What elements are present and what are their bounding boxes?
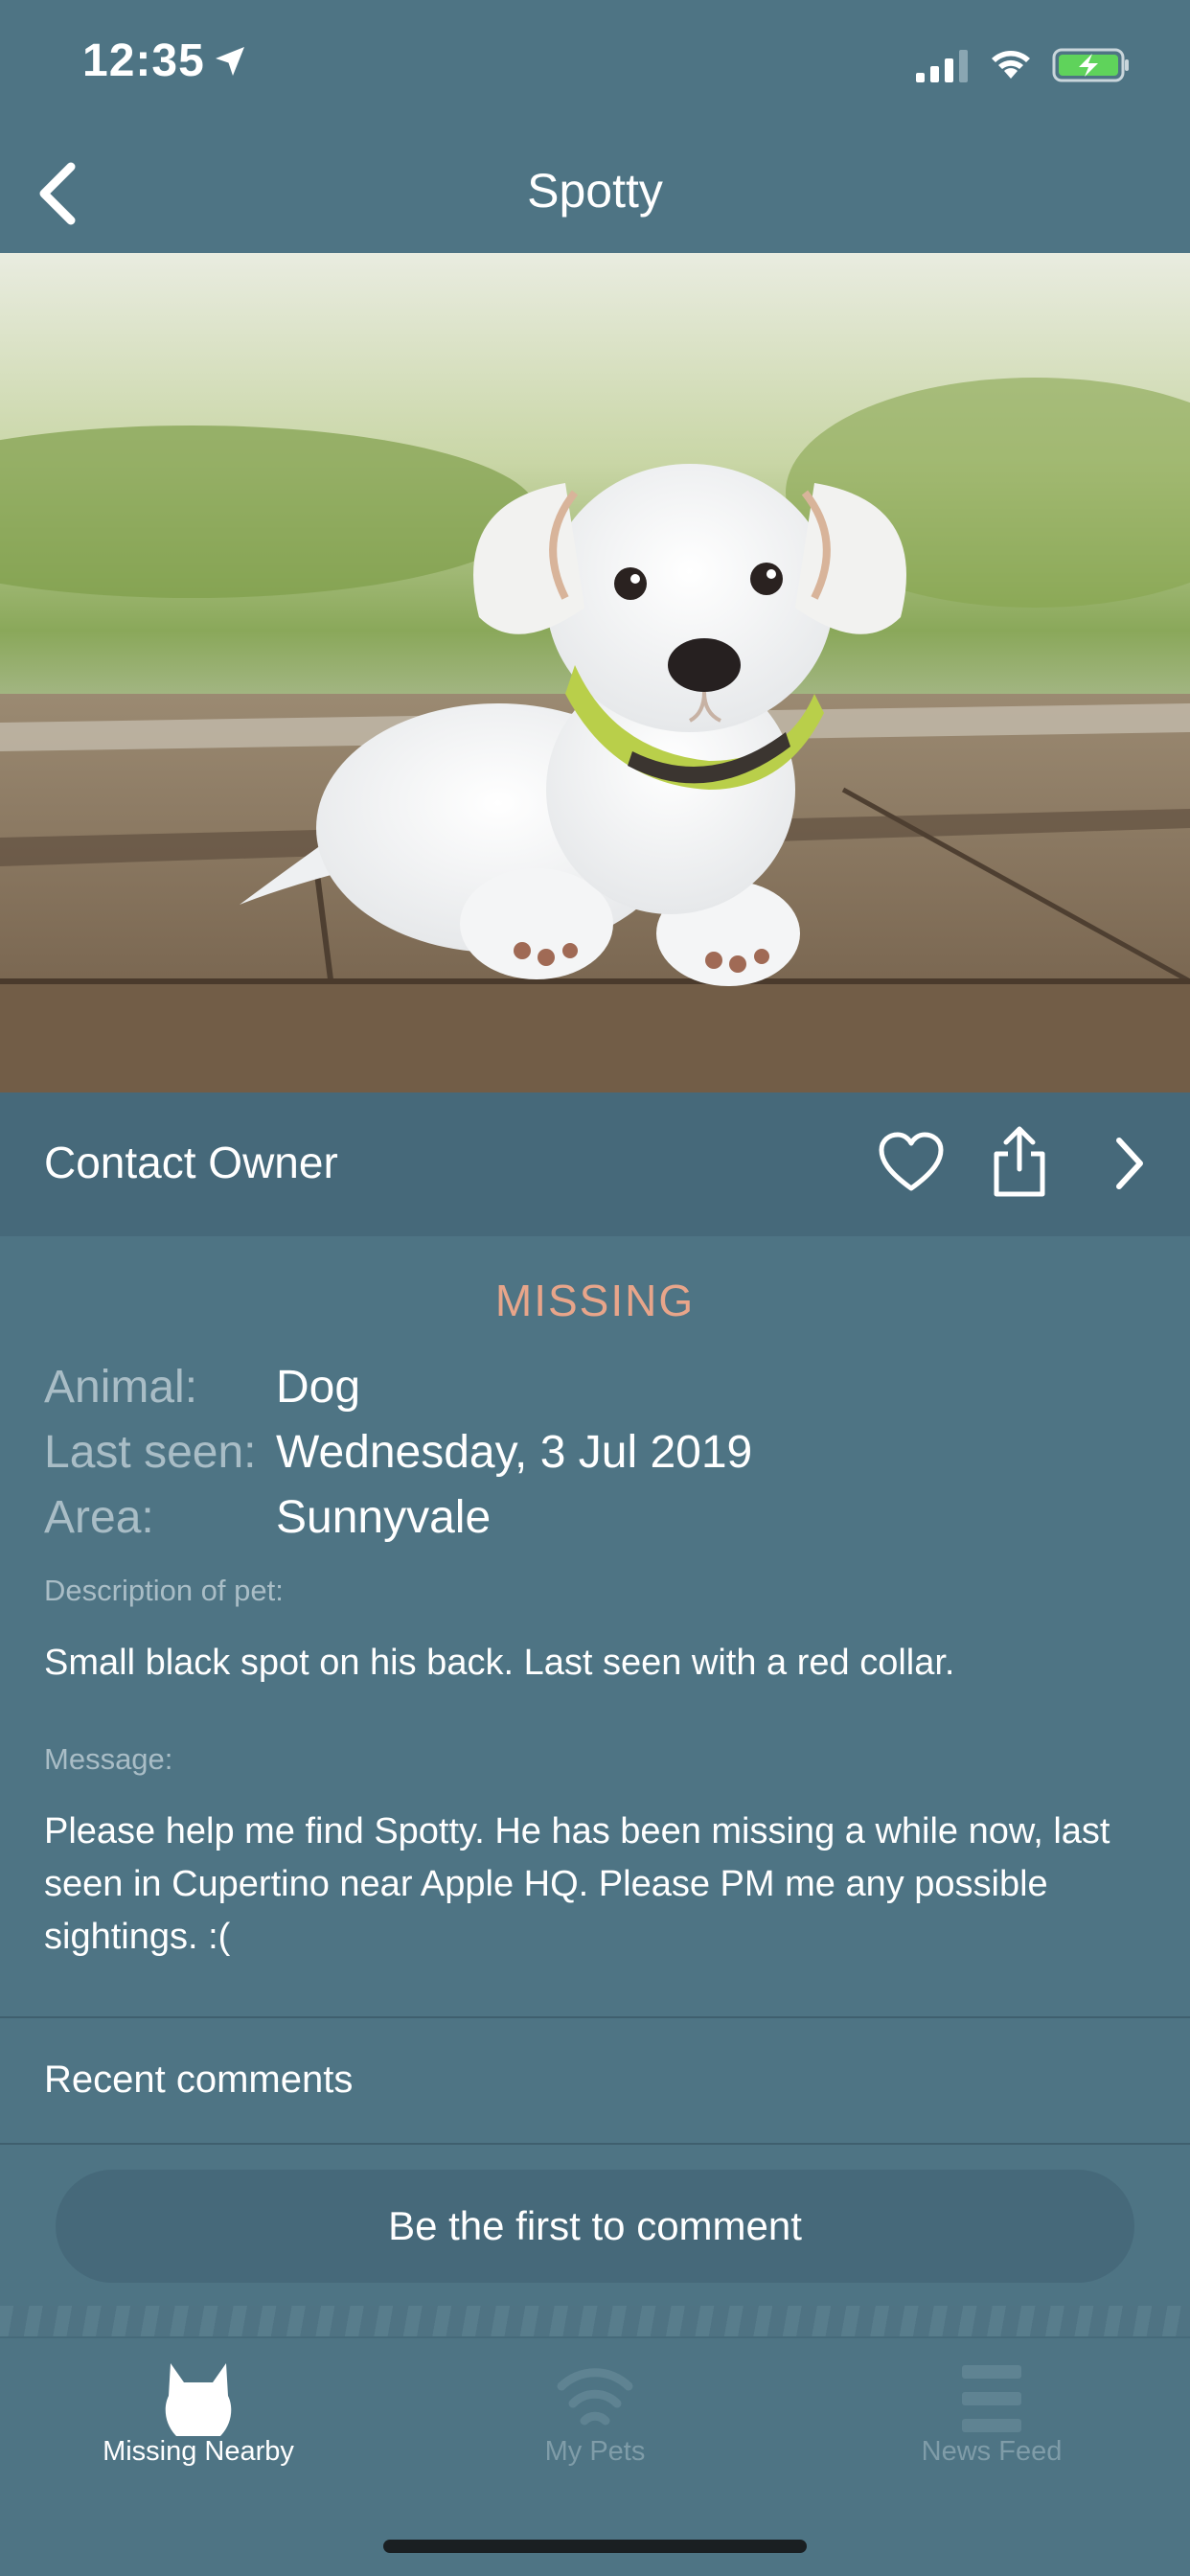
detail-value: Wednesday, 3 Jul 2019 [276,1427,753,1478]
status-badge: MISSING [494,1276,696,1325]
share-icon[interactable] [991,1123,1048,1198]
cellular-signal-icon [916,50,968,82]
tab-label: News Feed [921,2436,1063,2467]
signal-waves-icon [557,2368,633,2426]
status-time: 12:35 [82,35,205,86]
detail-key: Animal: [44,1362,198,1413]
detail-value: Dog [276,1362,361,1413]
battery-charging-icon [1052,48,1129,82]
wifi-icon [992,51,1030,79]
detail-key: Area: [44,1492,154,1543]
description-label: Description of pet: [44,1574,284,1607]
contact-owner-button[interactable]: Contact Owner [44,1137,338,1188]
page-title: Spotty [527,164,663,218]
divider [0,2016,1190,2018]
home-indicator[interactable] [383,2540,807,2553]
chevron-right-icon[interactable] [1110,1135,1148,1192]
first-comment-button[interactable]: Be the first to comment [56,2170,1134,2283]
divider [0,2143,1190,2145]
action-row: Contact Owner [0,1092,1190,1236]
tab-label: My Pets [544,2436,646,2467]
tab-missing-nearby[interactable]: Missing Nearby [0,2338,397,2492]
message-text: Please help me find Spotty. He has been … [44,1811,1110,1957]
detail-value: Sunnyvale [276,1492,492,1543]
tab-label: Missing Nearby [103,2436,294,2467]
recent-comments-heading: Recent comments [44,2058,354,2101]
pet-photo [0,253,1190,1092]
description-text: Small black spot on his back. Last seen … [44,1643,955,1683]
tab-my-pets[interactable]: My Pets [397,2338,793,2492]
navigation-bar: Spotty [0,134,1190,253]
message-label: Message: [44,1742,173,1776]
menu-lines-icon [962,2365,1021,2432]
cat-icon [165,2363,232,2436]
decorative-strip [0,2306,1190,2336]
detail-key: Last seen: [44,1427,257,1478]
tab-news-feed[interactable]: News Feed [793,2338,1190,2492]
heart-icon[interactable] [878,1131,945,1194]
status-bar: 12:35 [0,0,1190,134]
location-arrow-icon [216,47,244,76]
